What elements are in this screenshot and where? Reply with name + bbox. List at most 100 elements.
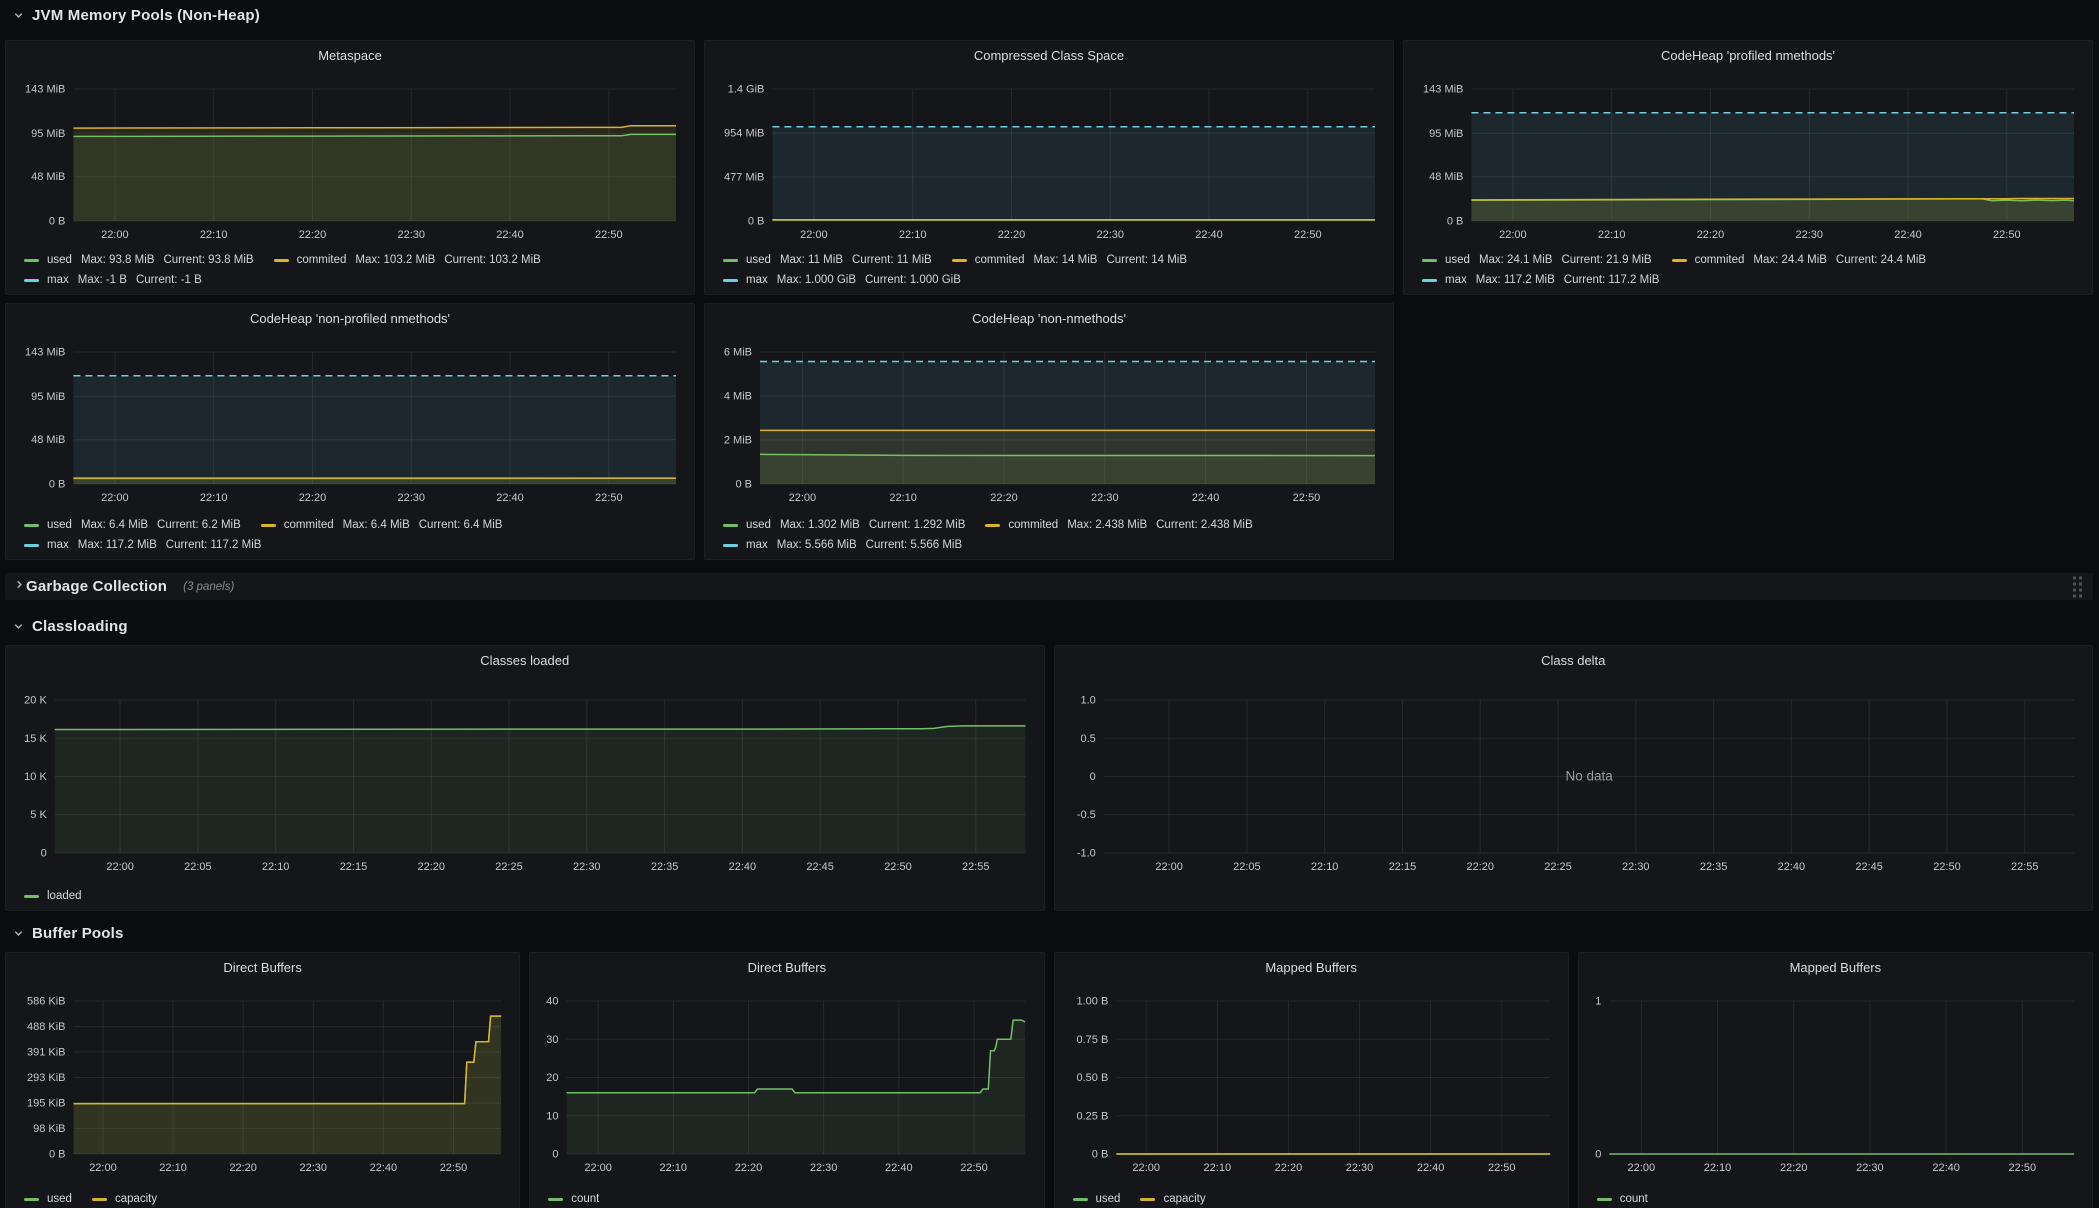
y-tick-label: 1.0 [1080, 695, 1095, 707]
x-tick-label: 22:50 [960, 1162, 988, 1174]
legend-swatch [24, 279, 39, 282]
x-tick-label: 22:50 [1933, 861, 1961, 873]
time-series-chart[interactable]: 0 B48 MiB95 MiB143 MiB22:0022:1022:2022:… [14, 67, 686, 251]
legend-current-stat: Current: 1.292 MiB [869, 518, 966, 533]
time-series-chart[interactable]: 0 B48 MiB95 MiB143 MiB22:0022:1022:2022:… [1412, 67, 2084, 251]
x-tick-label: 22:45 [806, 861, 834, 873]
x-tick-label: 22:05 [1233, 861, 1261, 873]
row-header-classloading[interactable]: Classloading [5, 612, 2093, 640]
legend-item-capacity[interactable]: capacity [1140, 1192, 1205, 1207]
series-line-count [567, 1020, 1026, 1093]
panel-title[interactable]: CodeHeap 'profiled nmethods' [1412, 45, 2084, 67]
panel-title[interactable]: Classes loaded [14, 650, 1036, 672]
panel-grid: Direct Buffers 0 B98 KiB195 KiB293 KiB39… [5, 952, 2093, 1208]
x-tick-label: 22:10 [1310, 861, 1338, 873]
x-tick-label: 22:20 [299, 492, 327, 504]
legend-current-stat: Current: 117.2 MiB [166, 538, 262, 553]
y-tick-label: 0 B [49, 479, 66, 491]
legend-item-used[interactable]: used [1073, 1192, 1121, 1207]
y-tick-label: 95 MiB [31, 128, 65, 140]
legend-swatch [548, 1198, 563, 1201]
legend-item-count[interactable]: count [1597, 1192, 1648, 1207]
legend-swatch [24, 895, 39, 898]
x-tick-label: 22:50 [1293, 492, 1321, 504]
panel-title[interactable]: Direct Buffers [538, 957, 1035, 979]
legend-swatch [92, 1198, 107, 1201]
series-line-commited [73, 126, 676, 128]
y-tick-label: 0.50 B [1076, 1072, 1108, 1084]
legend-item-used[interactable]: usedMax: 1.302 MiBCurrent: 1.292 MiB [723, 518, 965, 533]
row-title: Garbage Collection [26, 578, 167, 595]
legend-item-max[interactable]: maxMax: 1.000 GiBCurrent: 1.000 GiB [723, 273, 961, 288]
legend-series-name: commited [284, 518, 334, 533]
time-series-chart[interactable]: 05 K10 K15 K20 K22:0022:0522:1022:1522:2… [14, 672, 1036, 884]
legend-item-commited[interactable]: commitedMax: 14 MiBCurrent: 14 MiB [952, 253, 1187, 268]
time-series-chart[interactable]: 0122:0022:1022:2022:3022:4022:50 [1587, 979, 2084, 1183]
panel-title[interactable]: CodeHeap 'non-nmethods' [713, 308, 1385, 330]
y-tick-label: 0.75 B [1076, 1034, 1108, 1046]
legend-current-stat: Current: 5.566 MiB [866, 538, 963, 553]
legend-item-commited[interactable]: commitedMax: 103.2 MiBCurrent: 103.2 MiB [274, 253, 541, 268]
time-series-chart[interactable]: 0 B48 MiB95 MiB143 MiB22:0022:1022:2022:… [14, 330, 686, 514]
legend-series-name: count [571, 1192, 599, 1207]
panel-metaspace: Metaspace 0 B48 MiB95 MiB143 MiB22:0022:… [5, 40, 695, 295]
panel-grid: CodeHeap 'non-profiled nmethods' 0 B48 M… [5, 303, 2093, 560]
legend-item-commited[interactable]: commitedMax: 2.438 MiBCurrent: 2.438 MiB [985, 518, 1252, 533]
x-tick-label: 22:00 [1132, 1162, 1160, 1174]
row-header-jvm-memory-pools[interactable]: JVM Memory Pools (Non-Heap) [5, 0, 2093, 30]
legend-item-used[interactable]: usedMax: 93.8 MiBCurrent: 93.8 MiB [24, 253, 254, 268]
x-tick-label: 22:30 [810, 1162, 838, 1174]
time-series-chart[interactable]: -1.0-0.500.51.022:0022:0522:1022:1522:20… [1063, 672, 2085, 884]
x-tick-label: 22:40 [1894, 229, 1922, 241]
panel-mapped_count: Mapped Buffers 0122:0022:1022:2022:3022:… [1578, 952, 2093, 1208]
legend-series-name: max [1445, 273, 1467, 288]
legend-item-commited[interactable]: commitedMax: 6.4 MiBCurrent: 6.4 MiB [261, 518, 503, 533]
legend-swatch [1597, 1198, 1612, 1201]
legend-item-count[interactable]: count [548, 1192, 599, 1207]
x-tick-label: 22:30 [1096, 229, 1124, 241]
legend-max-stat: Max: 5.566 MiB [777, 538, 857, 553]
time-series-chart[interactable]: 01020304022:0022:1022:2022:3022:4022:50 [538, 979, 1035, 1183]
time-series-chart[interactable]: 0 B2 MiB4 MiB6 MiB22:0022:1022:2022:3022… [713, 330, 1385, 514]
y-tick-label: 0 [1595, 1149, 1601, 1161]
legend-max-stat: Max: 14 MiB [1034, 253, 1098, 268]
legend-current-stat: Current: 14 MiB [1106, 253, 1187, 268]
x-tick-label: 22:10 [899, 229, 927, 241]
row-header-garbage-collection[interactable]: Garbage Collection (3 panels) [5, 573, 2093, 600]
panel-title[interactable]: CodeHeap 'non-profiled nmethods' [14, 308, 686, 330]
legend-item-used[interactable]: usedMax: 24.1 MiBCurrent: 21.9 MiB [1422, 253, 1652, 268]
panel-title[interactable]: Class delta [1063, 650, 2085, 672]
legend-item-capacity[interactable]: capacity [92, 1192, 157, 1207]
x-tick-label: 22:10 [1598, 229, 1626, 241]
legend-item-used[interactable]: used [24, 1192, 72, 1207]
legend-item-max[interactable]: maxMax: 5.566 MiBCurrent: 5.566 MiB [723, 538, 962, 553]
legend-item-loaded[interactable]: loaded [24, 889, 82, 904]
panel-title[interactable]: Compressed Class Space [713, 45, 1385, 67]
legend-item-max[interactable]: max Max: 117.2 MiB Current: 117.2 MiB [1422, 273, 1659, 288]
panel-title[interactable]: Metaspace [14, 45, 686, 67]
x-tick-label: 22:00 [1499, 229, 1527, 241]
legend-item-max[interactable]: maxMax: -1 BCurrent: -1 B [24, 273, 202, 288]
panel-title[interactable]: Mapped Buffers [1587, 957, 2084, 979]
legend-item-used[interactable]: usedMax: 11 MiBCurrent: 11 MiB [723, 253, 932, 268]
legend-item-max[interactable]: maxMax: 117.2 MiBCurrent: 117.2 MiB [24, 538, 261, 553]
panel-ccs: Compressed Class Space 0 B477 MiB954 MiB… [704, 40, 1394, 295]
y-tick-label: 30 [547, 1034, 559, 1046]
legend-current-stat: Current: 117.2 MiB [1564, 273, 1660, 288]
panel-title[interactable]: Direct Buffers [14, 957, 511, 979]
legend-series-name: used [746, 253, 771, 268]
legend-item-used[interactable]: usedMax: 6.4 MiBCurrent: 6.2 MiB [24, 518, 241, 533]
legend: count [1587, 1192, 2084, 1208]
legend-max-stat: Max: 117.2 MiB [1476, 273, 1555, 288]
time-series-chart[interactable]: 0 B98 KiB195 KiB293 KiB391 KiB488 KiB586… [14, 979, 511, 1183]
y-tick-label: 10 K [24, 771, 47, 783]
row-header-buffer-pools[interactable]: Buffer Pools [5, 920, 2093, 946]
drag-handle-icon[interactable] [2073, 576, 2082, 597]
x-tick-label: 22:30 [1622, 861, 1650, 873]
legend-item-commited[interactable]: commitedMax: 24.4 MiBCurrent: 24.4 MiB [1672, 253, 1926, 268]
legend-swatch [723, 544, 738, 547]
time-series-chart[interactable]: 0 B0.25 B0.50 B0.75 B1.00 B22:0022:1022:… [1063, 979, 1560, 1183]
time-series-chart[interactable]: 0 B477 MiB954 MiB1.4 GiB22:0022:1022:202… [713, 67, 1385, 251]
legend-max-stat: Max: 117.2 MiB [78, 538, 157, 553]
panel-title[interactable]: Mapped Buffers [1063, 957, 1560, 979]
